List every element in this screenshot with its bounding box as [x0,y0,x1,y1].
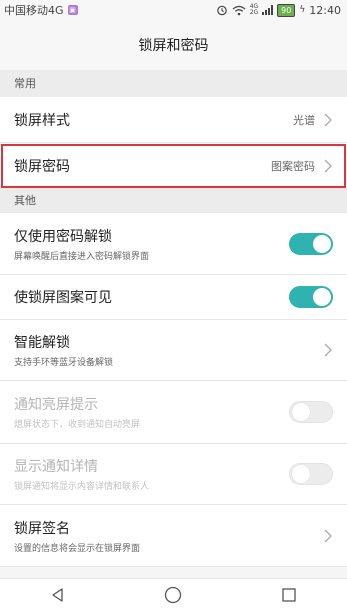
home-icon [165,586,182,604]
show-details-subtitle: 锁屏通知将显示内容详情和联系人 [14,482,150,492]
clock: 12:40 [309,3,341,17]
lock-signature-row[interactable]: 锁屏签名 设置的信息将会显示在锁屏界面 [0,505,347,567]
alarm-icon [216,5,227,16]
toggle-knob [292,403,310,421]
wifi-icon [232,5,246,15]
pattern-visible-label: 使锁屏图案可见 [14,290,112,306]
lock-style-label: 锁屏样式 [14,112,70,129]
password-only-subtitle: 屏幕唤醒后直接进入密码解锁界面 [14,251,150,262]
chevron-right-icon [324,159,332,172]
home-button[interactable] [153,579,193,611]
status-left: 中国移动4G ▣ [4,2,78,18]
section-header-other: 其他 [0,189,347,213]
toggle-knob [313,288,331,306]
lock-password-right: 图案密码 [271,158,333,174]
lock-style-row[interactable]: 锁屏样式 光谱 [0,97,347,143]
toggle-knob [313,234,331,253]
notify-wake-label: 通知亮屏提示 [14,397,98,413]
lock-password-value: 图案密码 [271,159,315,173]
battery-icon: 90 [277,3,296,17]
lock-signature-subtitle: 设置的信息将会显示在锁屏界面 [14,543,141,554]
chevron-right-icon [324,529,332,542]
smart-unlock-row[interactable]: 智能解锁 支持手环等蓝牙设备解锁 [0,320,347,381]
back-icon [52,588,63,602]
toggle-knob [292,465,310,483]
status-right: 4G 2G 90 ϟ 12:40 [216,3,341,17]
page-title-bar: 锁屏和密码 [0,20,347,70]
smart-unlock-text: 智能解锁 支持手环等蓝牙设备解锁 [14,332,113,368]
smart-unlock-subtitle: 支持手环等蓝牙设备解锁 [14,358,114,368]
lock-signature-text: 锁屏签名 设置的信息将会显示在锁屏界面 [14,518,140,554]
chevron-right-icon [324,113,332,126]
navigation-bar [0,578,347,611]
recents-button[interactable] [269,579,309,611]
charging-icon: ϟ [299,5,306,15]
carrier-label: 中国移动4G [4,4,64,17]
chevron-right-icon [324,343,332,357]
smart-unlock-label: 智能解锁 [14,335,70,351]
sim-icon: ▣ [67,5,78,15]
password-only-text: 仅使用密码解锁 屏幕唤醒后直接进入密码解锁界面 [14,226,149,262]
password-only-toggle[interactable] [289,232,333,255]
recents-icon [282,588,296,602]
notify-wake-row[interactable]: 通知亮屏提示 熄屏状态下，收到通知自动亮屏 [0,381,347,444]
pattern-visible-row[interactable]: 使锁屏图案可见 [0,275,347,320]
notify-wake-text: 通知亮屏提示 熄屏状态下，收到通知自动亮屏 [14,394,140,430]
notify-wake-toggle[interactable] [289,401,333,423]
signal-icon [262,5,274,15]
network-bottom: 2G [249,9,259,16]
show-details-row[interactable]: 显示通知详情 锁屏通知将显示内容详情和联系人 [0,444,347,505]
page-title: 锁屏和密码 [138,38,209,54]
password-only-row[interactable]: 仅使用密码解锁 屏幕唤醒后直接进入密码解锁界面 [0,213,347,275]
lock-signature-label: 锁屏签名 [14,520,70,537]
password-only-label: 仅使用密码解锁 [14,228,112,245]
show-details-label: 显示通知详情 [14,459,98,475]
show-details-toggle[interactable] [289,463,333,485]
lock-password-row[interactable]: 锁屏密码 图案密码 [0,143,347,189]
lock-style-value: 光谱 [293,113,315,127]
section-header-common: 常用 [0,70,347,97]
lock-style-right: 光谱 [293,112,333,128]
show-details-text: 显示通知详情 锁屏通知将显示内容详情和联系人 [14,456,149,492]
pattern-visible-toggle[interactable] [289,286,333,308]
back-button[interactable] [38,579,78,611]
status-bar: 中国移动4G ▣ 4G 2G 90 ϟ 12:40 [0,0,347,20]
lock-password-label: 锁屏密码 [14,158,70,175]
network-type: 4G 2G [250,4,258,16]
notify-wake-subtitle: 熄屏状态下，收到通知自动亮屏 [14,420,141,430]
